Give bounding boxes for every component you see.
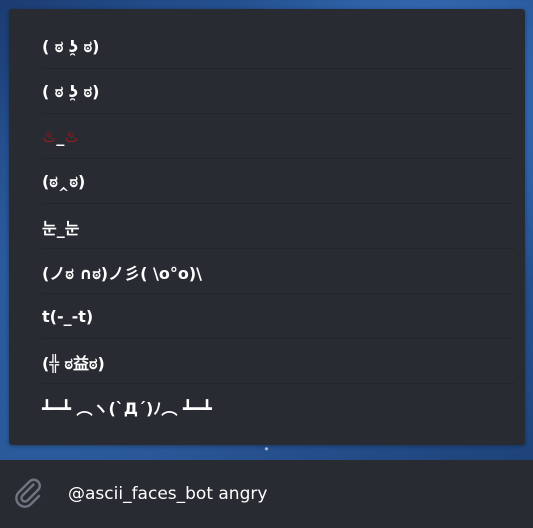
inline-result-item[interactable]: 눈_눈 xyxy=(9,204,525,249)
hot-springs-icon: ♨ xyxy=(42,127,57,146)
hot-springs-icon: ♨ xyxy=(64,127,79,146)
result-text: 눈_눈 xyxy=(42,218,80,238)
result-text: t(-_-t) xyxy=(42,307,94,326)
result-text: (ಠ‸ಠ) xyxy=(42,171,86,191)
paperclip-icon[interactable] xyxy=(10,475,46,511)
inline-result-item[interactable]: ( ಠ ʖ̯ ಠ) xyxy=(9,69,525,114)
inline-result-item[interactable]: (ಠ‸ಠ) xyxy=(9,159,525,204)
result-text: _ xyxy=(56,127,65,146)
inline-results-list: ( ಠ ʖ̯ ಠ) ( ಠ ʖ̯ ಠ) ♨ _ ♨ (ಠ‸ಠ) 눈_눈 (ノಠ ∩ಠ… xyxy=(9,9,525,429)
message-input[interactable] xyxy=(68,480,508,508)
result-text: ┻━┻ ︵ヽ(`Д´)ﾉ︵ ┻━┻ xyxy=(42,398,212,418)
inline-result-item[interactable]: (ノಠ ∩ಠ)ノ彡( \o°o)\ xyxy=(9,249,525,294)
result-text: (╬ ಠ益ಠ) xyxy=(42,353,105,373)
inline-result-item[interactable]: (╬ ಠ益ಠ) xyxy=(9,339,525,384)
result-text: ( ಠ ʖ̯ ಠ) xyxy=(42,36,100,56)
inline-results-panel: ( ಠ ʖ̯ ಠ) ( ಠ ʖ̯ ಠ) ♨ _ ♨ (ಠ‸ಠ) 눈_눈 (ノಠ ∩ಠ… xyxy=(9,9,525,445)
inline-result-item[interactable]: t(-_-t) xyxy=(9,294,525,339)
inline-result-item[interactable]: ( ಠ ʖ̯ ಠ) xyxy=(9,24,525,69)
result-text: ( ಠ ʖ̯ ಠ) xyxy=(42,81,100,101)
inline-result-item[interactable]: ♨ _ ♨ xyxy=(9,114,525,159)
result-text: (ノಠ ∩ಠ)ノ彡( \o°o)\ xyxy=(42,263,202,283)
message-compose-bar xyxy=(0,460,533,528)
inline-result-item[interactable]: ┻━┻ ︵ヽ(`Д´)ﾉ︵ ┻━┻ xyxy=(9,384,525,429)
